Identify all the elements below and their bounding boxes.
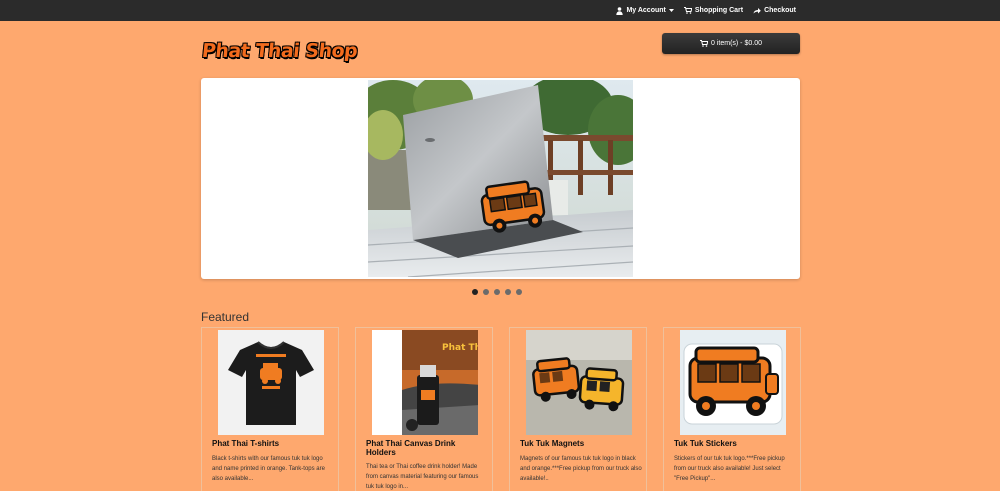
slide-image (368, 80, 633, 277)
drink-holder-image: Phat Thai (372, 330, 478, 435)
slideshow-pagination (472, 289, 522, 295)
shopping-cart-label: Shopping Cart (694, 7, 744, 14)
tshirt-image (218, 330, 324, 435)
cart-summary-label: 0 item(s) - $0.00 (711, 40, 762, 47)
caret-down-icon (668, 8, 674, 12)
cart-icon (683, 7, 692, 14)
hero-slideshow[interactable] (201, 78, 800, 279)
product-thumbnail[interactable] (526, 330, 632, 435)
sticker-image (680, 330, 786, 435)
product-name[interactable]: Phat Thai T-shirts (212, 439, 332, 448)
magnets-image (526, 330, 632, 435)
slide-dot-2[interactable] (483, 289, 489, 295)
my-account-label: My Account (626, 7, 666, 14)
product-card[interactable]: Tuk Tuk Magnets Magnets of our famous tu… (509, 327, 647, 491)
product-thumbnail[interactable] (680, 330, 786, 435)
product-description: Thai tea or Thai coffee drink holder! Ma… (366, 464, 479, 490)
product-name[interactable]: Phat Thai Canvas Drink Holders (366, 439, 486, 457)
my-account-link[interactable]: My Account (616, 6, 674, 15)
product-name[interactable]: Tuk Tuk Stickers (674, 439, 794, 448)
checkout-label: Checkout (764, 7, 796, 14)
product-card[interactable]: Tuk Tuk Stickers Stickers of our tuk tuk… (663, 327, 801, 491)
cart-icon (700, 40, 709, 47)
product-description: Black t-shirts with our famous tuk tuk l… (212, 456, 325, 482)
checkout-link[interactable]: Checkout (753, 7, 796, 14)
slide-dot-4[interactable] (505, 289, 511, 295)
product-name[interactable]: Tuk Tuk Magnets (520, 439, 640, 448)
cart-summary-button[interactable]: 0 item(s) - $0.00 (662, 33, 800, 54)
product-card[interactable]: Phat Thai Phat Thai Canvas Drink Holders… (355, 327, 493, 491)
product-card[interactable]: Phat Thai T-shirts Black t-shirts with o… (201, 327, 339, 491)
product-thumbnail[interactable]: Phat Thai (372, 330, 478, 435)
share-arrow-icon (753, 8, 761, 14)
slide-dot-5[interactable] (516, 289, 522, 295)
slide-dot-3[interactable] (494, 289, 500, 295)
featured-heading: Featured (201, 310, 250, 324)
svg-text:Phat Thai: Phat Thai (442, 343, 478, 353)
product-description: Magnets of our famous tuk tuk logo in bl… (520, 456, 642, 482)
top-nav-bar: My Account Shopping Cart Checkout (0, 0, 1000, 21)
product-thumbnail[interactable] (218, 330, 324, 435)
shopping-cart-link[interactable]: Shopping Cart (683, 7, 744, 14)
product-description: Stickers of our tuk tuk logo.***Free pic… (674, 456, 785, 482)
site-logo[interactable]: Phat Thai Shop (201, 40, 359, 62)
slide-dot-1[interactable] (472, 289, 478, 295)
featured-products: Phat Thai T-shirts Black t-shirts with o… (201, 327, 801, 491)
user-icon (616, 6, 624, 15)
